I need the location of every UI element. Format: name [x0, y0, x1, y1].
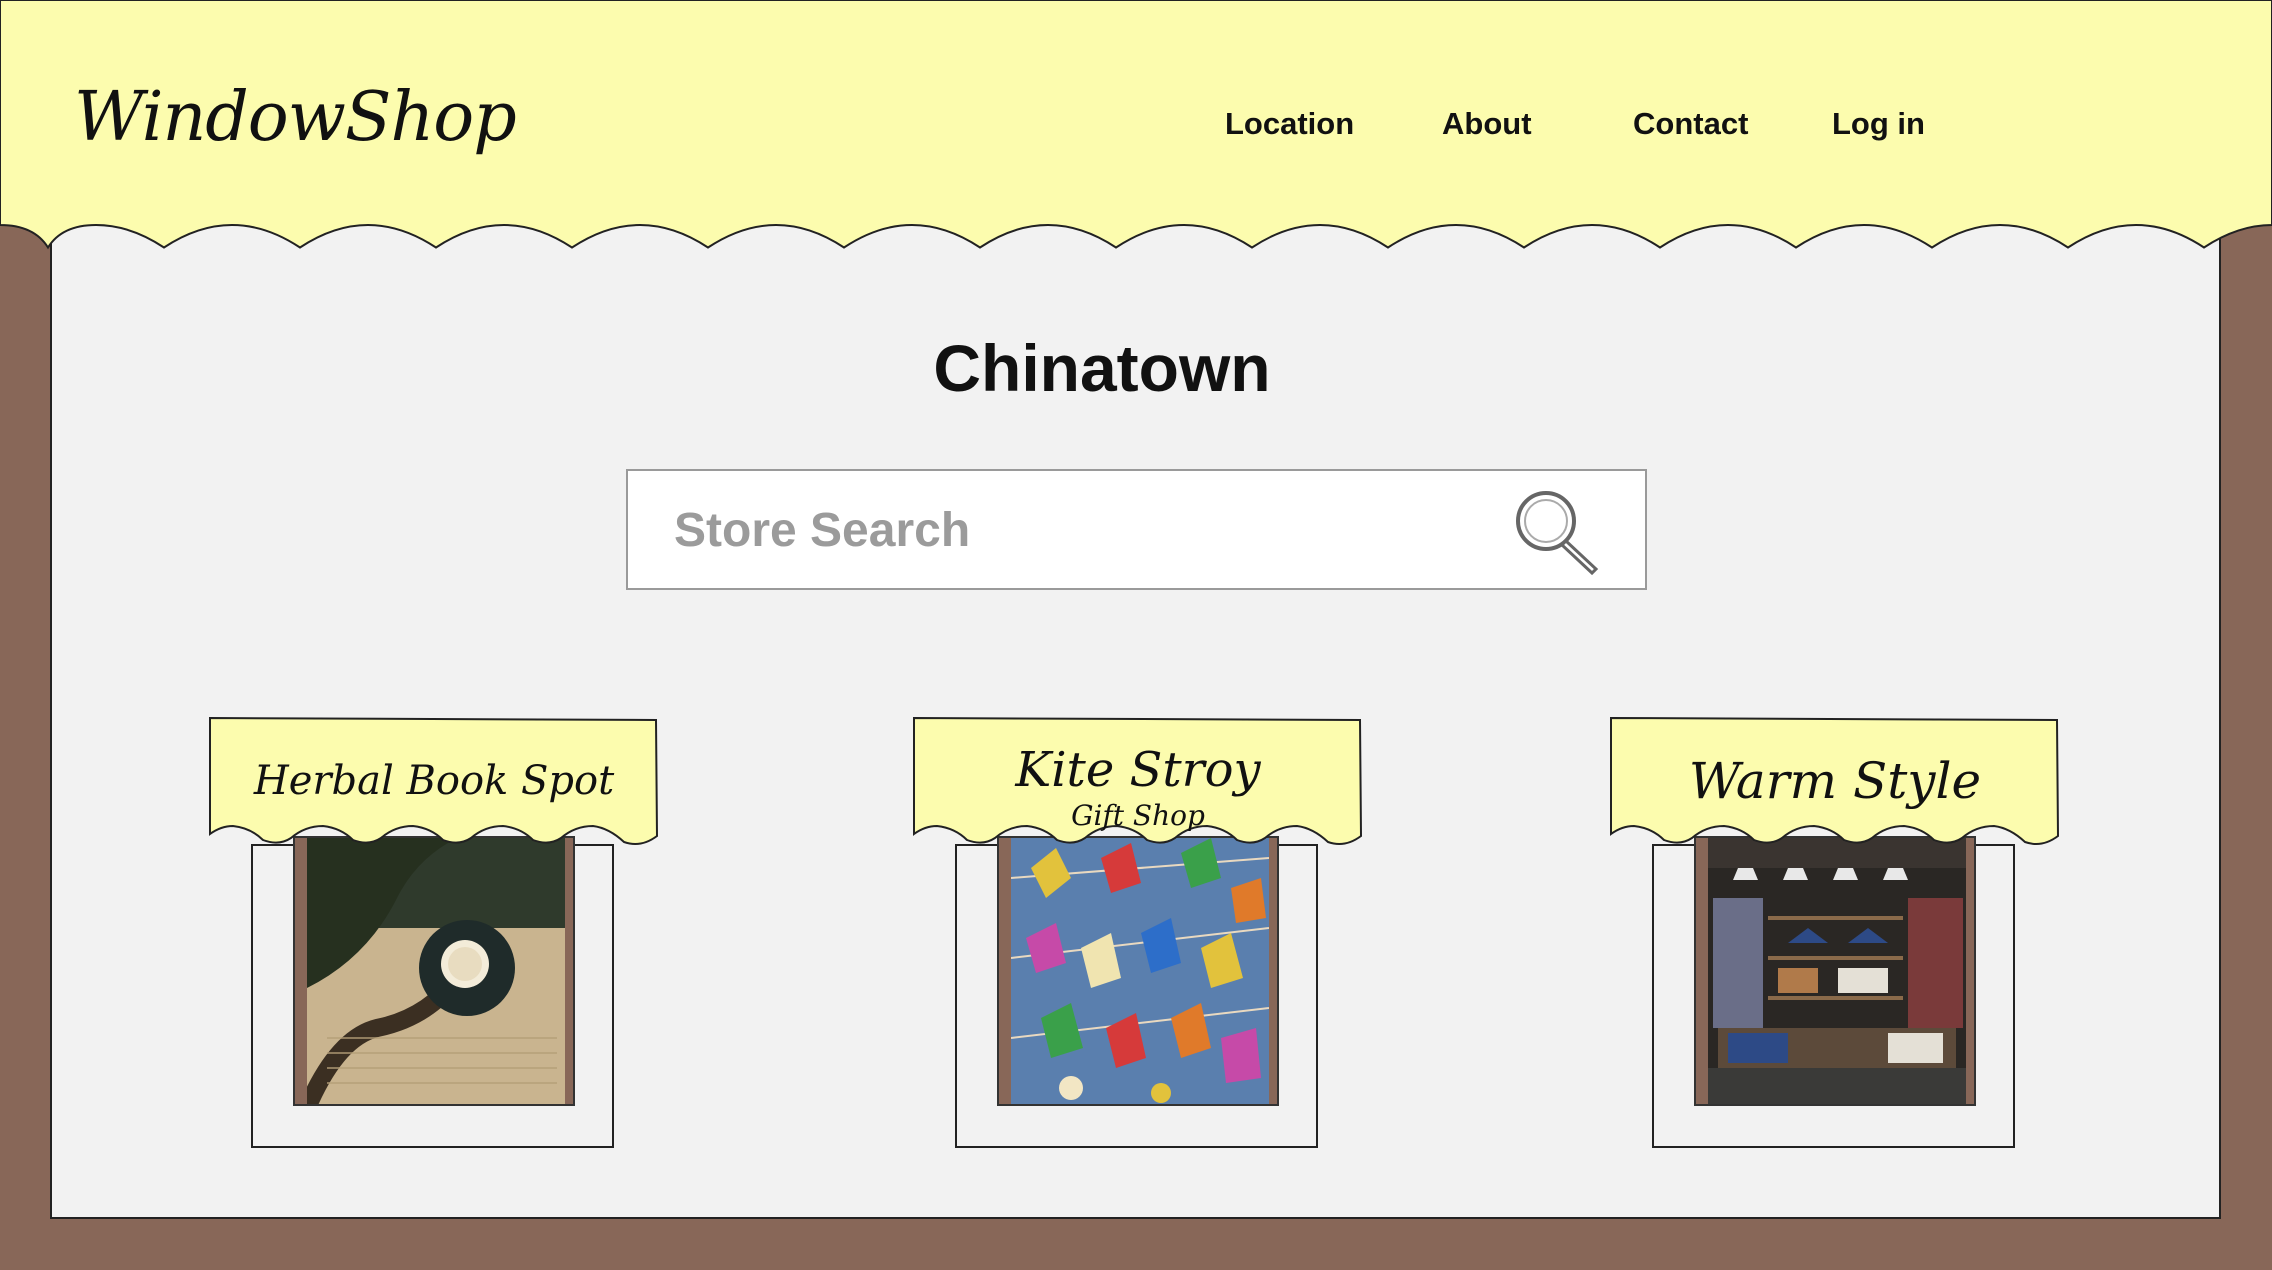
store-card-kite-stroy[interactable]: Kite Stroy Gift Shop: [913, 716, 1363, 1148]
logo[interactable]: WindowShop: [74, 78, 517, 157]
kites-image: [1011, 838, 1269, 1104]
store-name: Herbal Book Spot: [253, 758, 615, 804]
nav-location[interactable]: Location: [1225, 106, 1354, 142]
store-card-warm-style[interactable]: Warm Style: [1610, 716, 2060, 1148]
clothing-store-image: [1708, 838, 1966, 1104]
store-window[interactable]: [997, 836, 1279, 1106]
store-search-box: [626, 469, 1647, 590]
nav-about[interactable]: About: [1442, 106, 1532, 142]
tea-cup-image: [307, 838, 565, 1104]
header-awning: WindowShop Location About Contact Log in: [0, 0, 2272, 255]
store-name: Warm Style: [1688, 752, 1982, 810]
nav-login[interactable]: Log in: [1832, 106, 1925, 142]
store-subtitle: Gift Shop: [1071, 799, 1205, 832]
store-window[interactable]: [293, 836, 575, 1106]
nav-contact[interactable]: Contact: [1633, 106, 1748, 142]
search-input[interactable]: [672, 491, 1476, 569]
store-name: Kite Stroy: [1015, 742, 1261, 798]
search-icon[interactable]: [1508, 483, 1608, 583]
page-title: Chinatown: [933, 331, 1271, 405]
store-card-herbal-book-spot[interactable]: Herbal Book Spot: [209, 716, 659, 1148]
store-window[interactable]: [1694, 836, 1976, 1106]
